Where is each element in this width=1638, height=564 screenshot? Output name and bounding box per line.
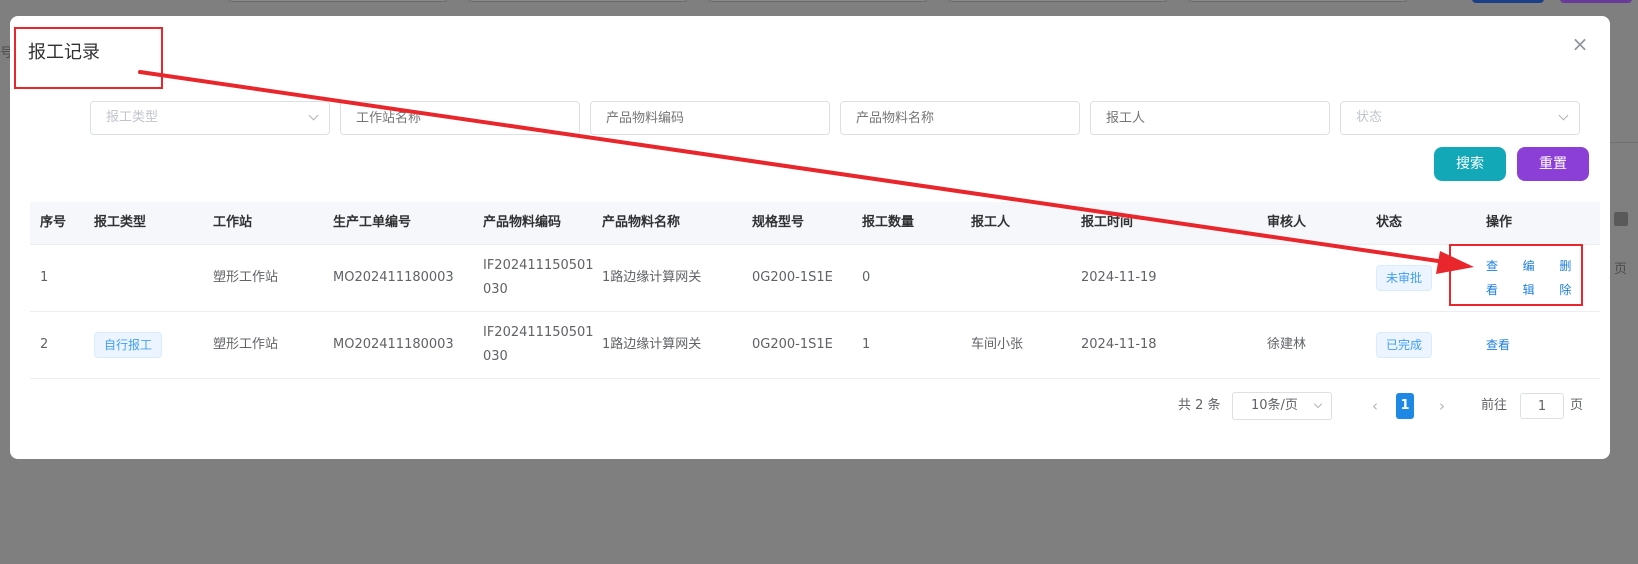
report-type-cell bbox=[94, 245, 204, 311]
material-code-cell: IF202411150501030 bbox=[483, 258, 594, 297]
workstation-cell: 塑形工作站 bbox=[213, 270, 279, 285]
workstation-name-input[interactable] bbox=[340, 101, 580, 135]
reporter-input[interactable] bbox=[1090, 101, 1330, 135]
column-header: 状态 bbox=[1376, 215, 1403, 230]
qty-cell: 1 bbox=[862, 337, 871, 352]
material-code-cell: IF202411150501030 bbox=[483, 325, 594, 364]
edit-link[interactable]: 编辑 bbox=[1523, 254, 1546, 302]
chevron-down-icon bbox=[1558, 110, 1569, 121]
spec-cell: 0G200-1S1E bbox=[752, 337, 833, 352]
bg-filter-box bbox=[1188, 0, 1408, 2]
goto-label: 前往 bbox=[1481, 398, 1508, 413]
chevron-down-icon bbox=[1313, 399, 1323, 409]
column-header: 序号 bbox=[40, 215, 67, 230]
material-code-input[interactable] bbox=[590, 101, 830, 135]
report-record-table: 序号 报工类型 工作站 生产工单编号 产品物料编码 产品物料名称 规格型号 报工… bbox=[30, 202, 1600, 379]
column-header: 报工时间 bbox=[1081, 215, 1134, 230]
row-index: 1 bbox=[40, 270, 49, 285]
bg-button bbox=[1560, 0, 1632, 3]
column-header: 操作 bbox=[1486, 215, 1513, 230]
bg-filter-box bbox=[708, 0, 928, 2]
column-header: 报工人 bbox=[971, 215, 1011, 230]
bg-button bbox=[1472, 0, 1544, 3]
auditor-cell bbox=[1267, 245, 1367, 311]
report-type-placeholder: 报工类型 bbox=[106, 110, 159, 125]
delete-link[interactable]: 删除 bbox=[1559, 254, 1582, 302]
status-cell: 未审批 bbox=[1376, 245, 1476, 311]
status-cell: 已完成 bbox=[1376, 312, 1476, 378]
workstation-cell: 塑形工作站 bbox=[213, 337, 279, 352]
order-no-cell: MO202411180003 bbox=[333, 337, 454, 352]
report-type-select[interactable]: 报工类型 bbox=[90, 101, 330, 135]
prev-page-icon[interactable]: ‹ bbox=[1367, 392, 1383, 420]
next-page-icon[interactable]: › bbox=[1434, 392, 1450, 420]
material-name-input[interactable] bbox=[840, 101, 1080, 135]
row-index: 2 bbox=[40, 337, 49, 352]
status-badge: 已完成 bbox=[1376, 332, 1433, 358]
report-type-cell: 自行报工 bbox=[94, 312, 204, 378]
report-time-cell: 2024-11-18 bbox=[1081, 337, 1157, 352]
bg-filter-box bbox=[468, 0, 688, 2]
auditor-cell: 徐建林 bbox=[1267, 337, 1307, 352]
view-link[interactable]: 查看 bbox=[1486, 254, 1509, 302]
reset-button[interactable]: 重置 bbox=[1517, 147, 1589, 181]
material-name-cell: 1路边缘计算网关 bbox=[602, 337, 702, 352]
bg-filter-box bbox=[228, 0, 448, 2]
status-placeholder: 状态 bbox=[1356, 110, 1383, 125]
page-size-select[interactable]: 10条/页 bbox=[1232, 392, 1332, 420]
status-badge: 未审批 bbox=[1376, 265, 1433, 291]
view-link[interactable]: 查看 bbox=[1486, 333, 1510, 357]
table-row: 2 自行报工 塑形工作站 MO202411180003 IF2024111505… bbox=[30, 312, 1600, 379]
pagination-total: 共 2 条 bbox=[1178, 398, 1221, 413]
goto-page-input[interactable] bbox=[1520, 393, 1564, 419]
page-number-active[interactable]: 1 bbox=[1396, 393, 1414, 419]
bg-filter-box bbox=[948, 0, 1168, 2]
chevron-down-icon bbox=[308, 110, 319, 121]
table-header: 序号 报工类型 工作站 生产工单编号 产品物料编码 产品物料名称 规格型号 报工… bbox=[30, 202, 1600, 245]
column-header: 报工类型 bbox=[94, 215, 147, 230]
spec-cell: 0G200-1S1E bbox=[752, 270, 833, 285]
page-size-value: 10条/页 bbox=[1251, 398, 1298, 413]
bg-text-fragment: 页 bbox=[1614, 262, 1628, 277]
column-header: 产品物料编码 bbox=[483, 215, 562, 230]
dialog-title: 报工记录 bbox=[28, 42, 100, 63]
column-header: 工作站 bbox=[213, 215, 253, 230]
qty-cell: 0 bbox=[862, 270, 871, 285]
column-header: 报工数量 bbox=[862, 215, 915, 230]
reporter-cell: 车间小张 bbox=[971, 337, 1024, 352]
status-select[interactable]: 状态 bbox=[1340, 101, 1580, 135]
report-type-tag: 自行报工 bbox=[94, 332, 163, 358]
column-header: 生产工单编号 bbox=[333, 215, 412, 230]
column-header: 审核人 bbox=[1267, 215, 1307, 230]
reporter-cell bbox=[971, 245, 1076, 311]
column-header: 规格型号 bbox=[752, 215, 805, 230]
table-row: 1 塑形工作站 MO202411180003 IF202411150501030… bbox=[30, 245, 1600, 312]
column-header: 产品物料名称 bbox=[602, 215, 681, 230]
close-icon[interactable]: × bbox=[1570, 34, 1590, 54]
page-unit-label: 页 bbox=[1570, 398, 1584, 413]
material-name-cell: 1路边缘计算网关 bbox=[602, 270, 702, 285]
search-button[interactable]: 搜索 bbox=[1434, 147, 1506, 181]
actions-cell: 查看 编辑 删除 bbox=[1486, 245, 1596, 311]
actions-cell: 查看 bbox=[1486, 312, 1596, 378]
report-time-cell: 2024-11-19 bbox=[1081, 270, 1157, 285]
bg-scroll-arrow bbox=[1614, 212, 1628, 226]
order-no-cell: MO202411180003 bbox=[333, 270, 454, 285]
